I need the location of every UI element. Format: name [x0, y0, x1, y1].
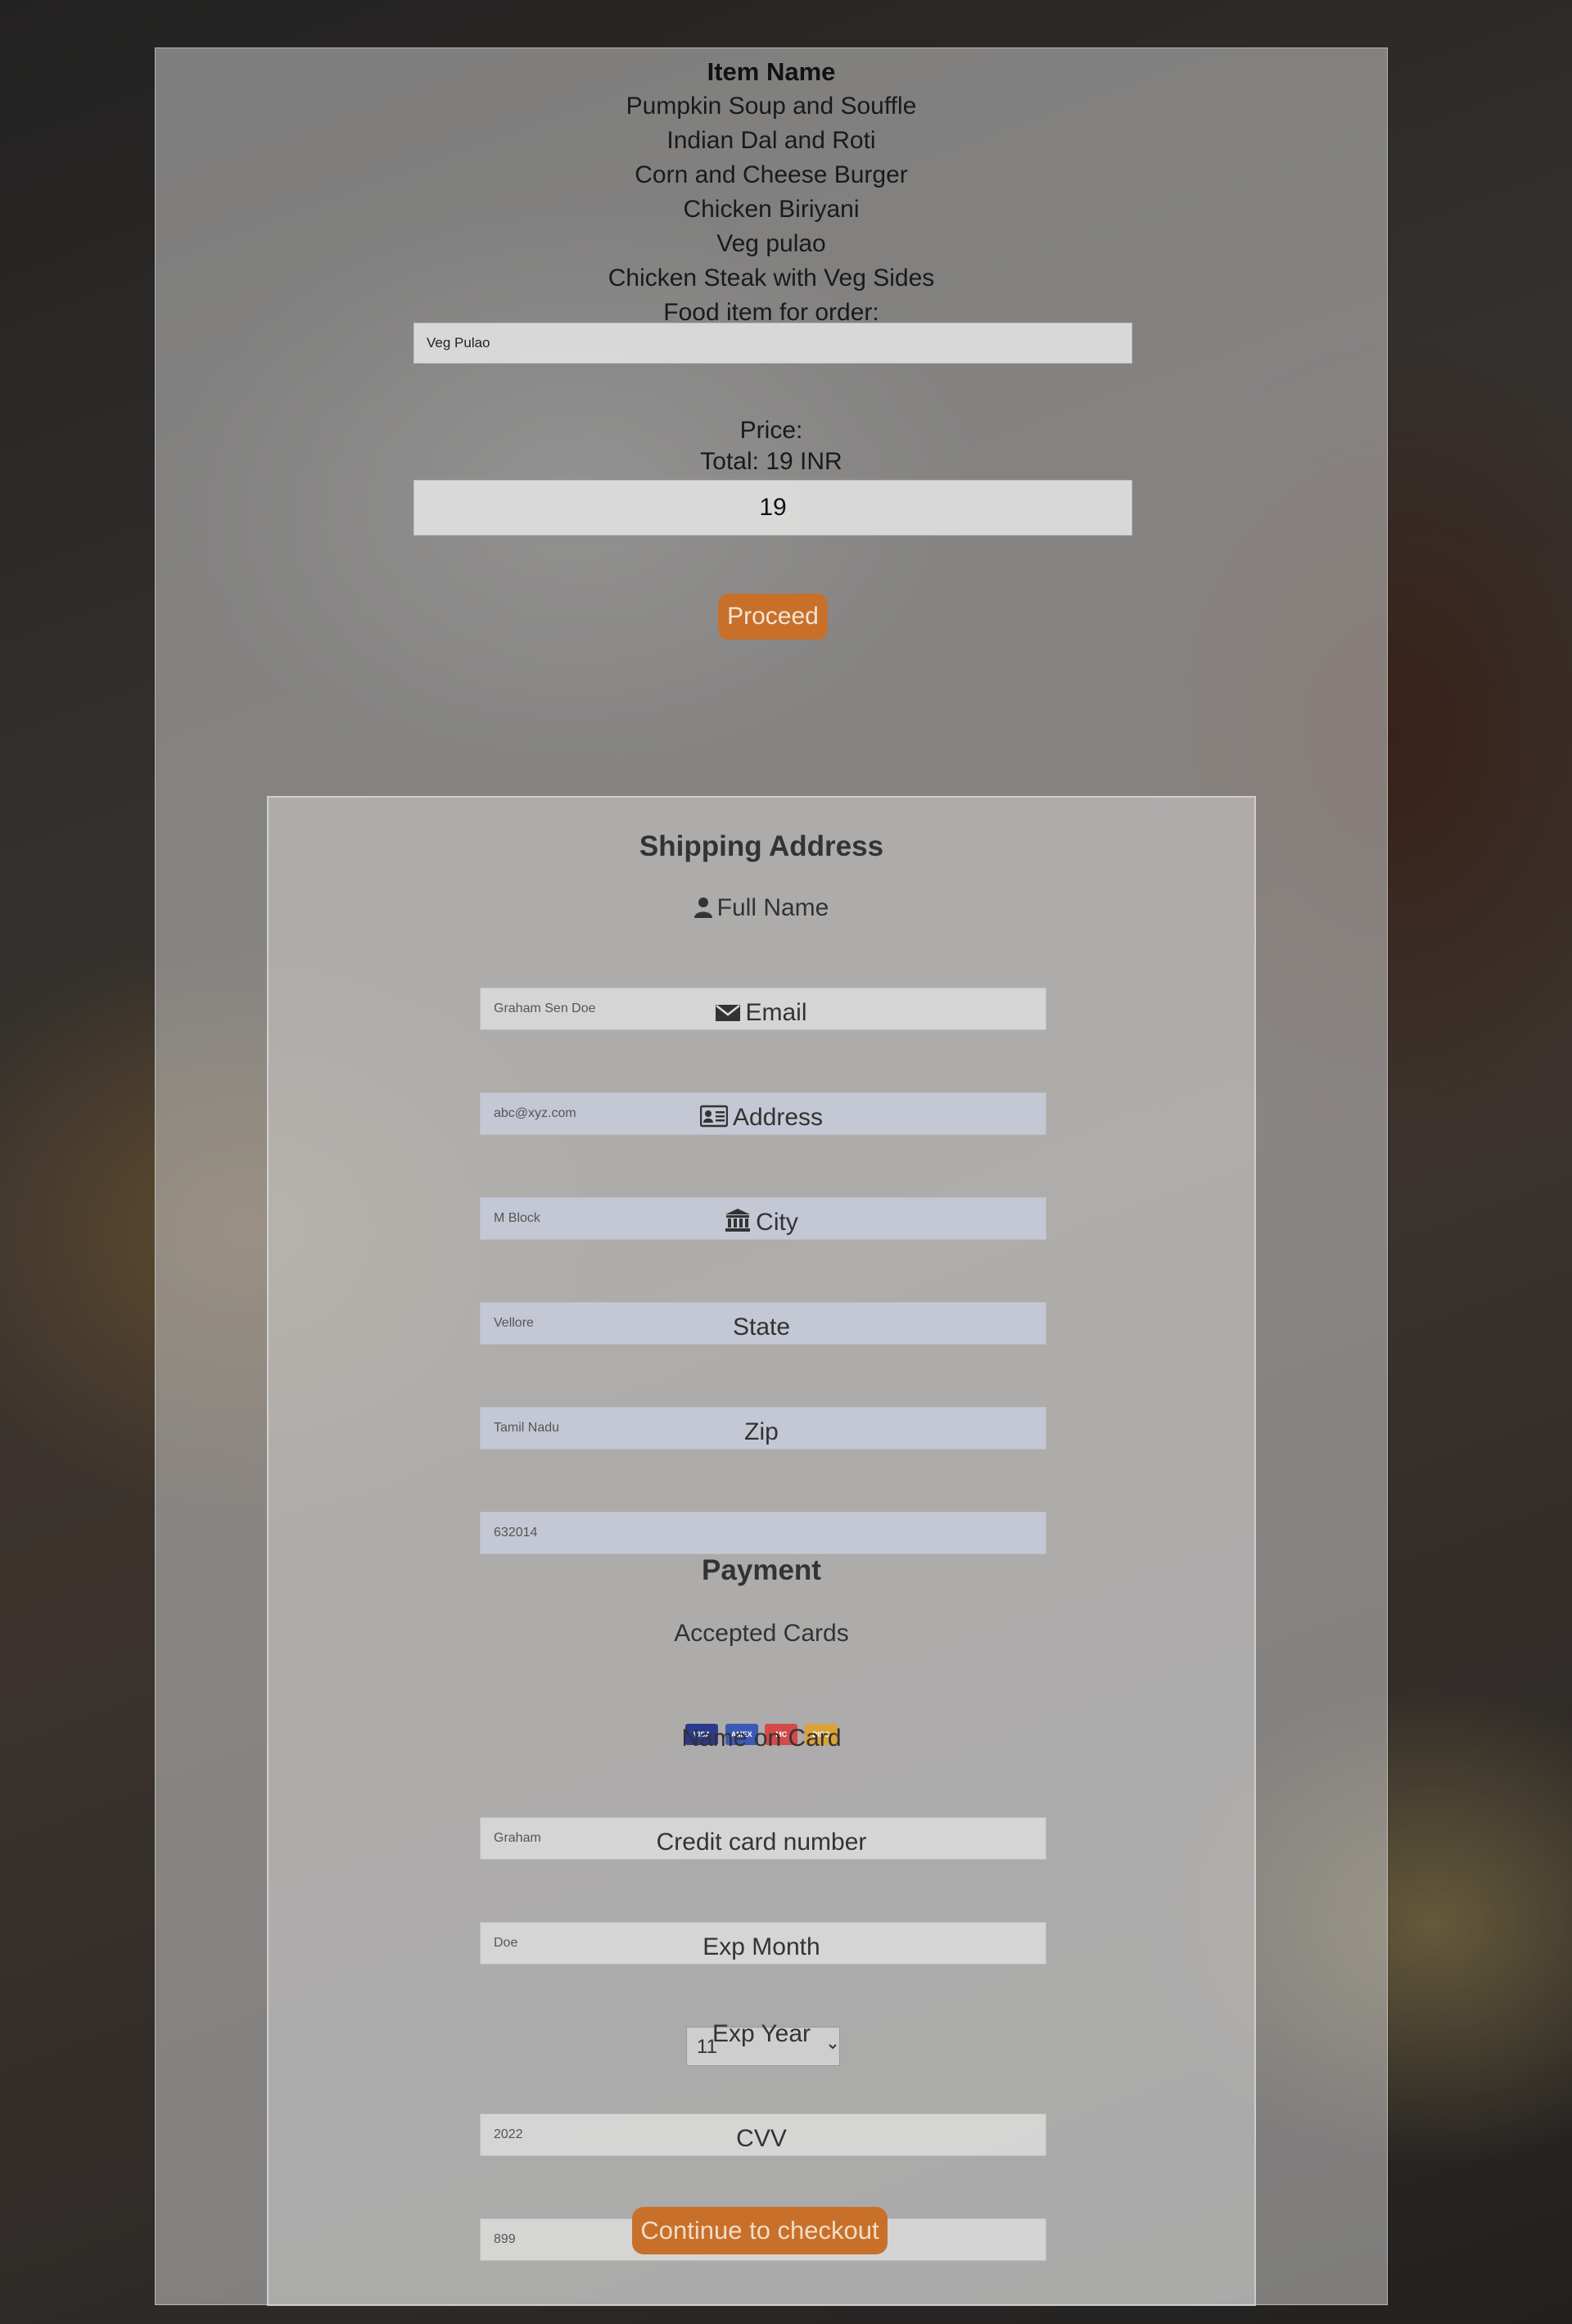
exp-month-label: Exp Month — [702, 1933, 820, 1960]
email-label: Email — [269, 998, 1254, 1028]
menu-item: Corn and Cheese Burger — [635, 161, 908, 188]
address-card-icon — [699, 1105, 729, 1128]
name-on-card-label: Name on Card — [681, 1725, 842, 1752]
menu-item: Indian Dal and Roti — [666, 127, 876, 154]
menu-item: Chicken Biriyani — [683, 196, 860, 223]
envelope-icon — [716, 1005, 741, 1021]
price-label: Price: — [739, 417, 803, 444]
menu-header: Item Name — [707, 57, 836, 86]
order-panel: Item Name Pumpkin Soup and Souffle India… — [155, 47, 1388, 2306]
card-number-label: Credit card number — [656, 1829, 867, 1856]
total-label: Total: 19 INR — [700, 448, 842, 475]
payment-title: Payment — [702, 1554, 821, 1586]
proceed-button[interactable]: Proceed — [718, 594, 828, 640]
shipping-title: Shipping Address — [639, 830, 884, 862]
email-label-text: Email — [745, 999, 807, 1026]
menu-item: Veg pulao — [716, 230, 826, 257]
user-icon — [693, 897, 712, 918]
zip-label: Zip — [744, 1418, 779, 1445]
full-name-label-text: Full Name — [716, 894, 829, 921]
accepted-cards-label: Accepted Cards — [674, 1620, 849, 1647]
price-input[interactable] — [413, 480, 1132, 536]
full-name-label: Full Name — [269, 893, 1254, 923]
institution-icon — [725, 1209, 751, 1232]
menu-list: Item Name Pumpkin Soup and Souffle India… — [156, 48, 1387, 330]
menu-item: Pumpkin Soup and Souffle — [626, 93, 917, 120]
zip-input[interactable] — [480, 1512, 1046, 1554]
menu-item: Chicken Steak with Veg Sides — [608, 265, 935, 292]
state-label: State — [732, 1313, 791, 1341]
city-label-text: City — [756, 1209, 798, 1236]
cvv-label: CVV — [736, 2125, 787, 2152]
continue-checkout-button[interactable]: Continue to checkout — [632, 2207, 888, 2254]
address-label-text: Address — [732, 1104, 824, 1131]
checkout-form: Shipping Address Full Name Email Address… — [267, 796, 1256, 2306]
exp-year-label: Exp Year — [711, 2020, 811, 2047]
city-label: City — [269, 1208, 1254, 1237]
order-item-input[interactable] — [413, 323, 1132, 364]
address-label: Address — [269, 1103, 1254, 1133]
